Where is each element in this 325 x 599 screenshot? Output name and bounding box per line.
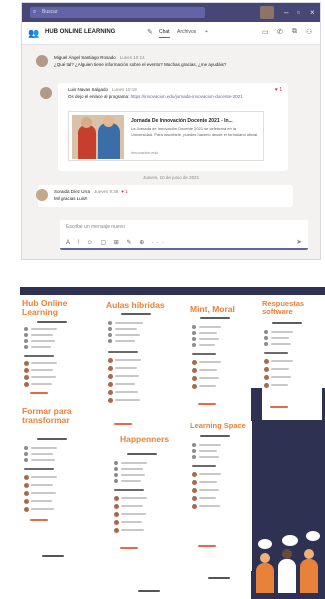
chat-message: Luis Navas Salgado Lunes 10:19 ♥ 1 Os dej… xyxy=(40,83,288,171)
screens-collage: Hub Online Learning Aulas híbridas Mint,… xyxy=(20,287,325,599)
group-chat-icon: 👥 xyxy=(28,28,40,38)
screen-panel: Aulas híbridas xyxy=(106,301,182,433)
speech-bubble xyxy=(258,539,272,549)
message-text: ¿Qué tal? ¿Alguien tiene información sob… xyxy=(54,62,227,67)
compose-placeholder: Escribe un mensaje nuevo xyxy=(66,224,125,230)
participants-icon[interactable]: ⚇ xyxy=(306,28,312,36)
section-header xyxy=(108,351,138,353)
day-separator: Jueves, 10 de junio de 2021 xyxy=(142,175,200,180)
message-text: Os dejo el enlace al programa: https://i… xyxy=(68,94,243,99)
panel-header xyxy=(37,438,67,440)
panel-header xyxy=(272,322,302,324)
speech-bubble xyxy=(306,531,320,541)
screen-panel: Respuestas software xyxy=(262,300,322,420)
person-body xyxy=(300,559,318,593)
edit-name-icon[interactable]: ✎ xyxy=(147,28,153,36)
panel-title: Formar para transformar xyxy=(22,406,72,425)
screen-panel: Hub Online Learning xyxy=(22,299,96,404)
avatar xyxy=(40,87,52,99)
more-link xyxy=(198,403,216,405)
panel-header xyxy=(200,317,230,319)
message-time: Lunes 10:19 xyxy=(112,87,137,92)
more-link xyxy=(198,545,216,547)
message-time: Jueves 9:38 xyxy=(94,189,119,194)
panel-title: Mint, Moral xyxy=(190,304,235,314)
more-link xyxy=(270,406,288,408)
panel-header xyxy=(37,321,67,323)
video-call-icon[interactable]: ▭ xyxy=(262,28,269,36)
screen-panel: Mint, Moral xyxy=(190,305,250,415)
person-head xyxy=(282,549,292,559)
speech-bubble xyxy=(282,535,298,546)
message-author: Luis Navas Salgado Lunes 10:19 xyxy=(68,87,137,92)
message-text: Mil gracias Luis!! xyxy=(54,196,88,201)
section-header xyxy=(192,353,216,355)
screen-panel: Formar para transformar xyxy=(22,407,98,555)
tab-chat[interactable]: Chat xyxy=(159,29,170,38)
panel-title: Learning Space xyxy=(190,421,246,430)
more-link xyxy=(120,547,138,549)
chat-title: HUB ONLINE LEARNING xyxy=(45,29,116,35)
section-header xyxy=(192,465,216,467)
teams-window: ⌕ Buscar – ▫ × 👥 HUB ONLINE LEARNING ✎ C… xyxy=(21,2,321,260)
heart-reaction-icon[interactable]: ♥ 1 xyxy=(275,87,282,93)
screen-panel: Happenners xyxy=(112,435,188,575)
audio-call-icon[interactable]: ✆ xyxy=(277,28,283,36)
close-icon[interactable]: × xyxy=(310,6,315,19)
message-link[interactable]: https://innovacion.edu/jornada-innovacio… xyxy=(131,94,243,99)
preview-image xyxy=(72,115,124,159)
screen-share-icon[interactable]: ⧉ xyxy=(292,28,297,36)
compose-toolbar[interactable]: A ! ☺ ▢ ⊞ ✎ ⊕ ··· xyxy=(66,239,167,246)
message-author: Soraida Díez Urra Jueves 9:38 ♥ 1 xyxy=(54,189,128,194)
section-header xyxy=(114,489,144,491)
home-indicator xyxy=(138,590,160,592)
person-body xyxy=(278,559,296,593)
more-link xyxy=(30,392,48,394)
panel-title: Respuestas software xyxy=(262,299,305,316)
search-input[interactable]: ⌕ Buscar xyxy=(30,7,205,18)
chat-message: Soraida Díez Urra Jueves 9:38 ♥ 1 Mil grac… xyxy=(36,185,293,207)
compose-box[interactable]: Escribe un mensaje nuevo A ! ☺ ▢ ⊞ ✎ ⊕ ·… xyxy=(60,220,308,250)
screen-panel: Learning Space xyxy=(190,421,252,571)
search-placeholder: Buscar xyxy=(42,9,58,15)
avatar xyxy=(36,189,48,201)
person-body xyxy=(256,563,274,593)
message-author: Miguel Ángel Santiago Rosado Lunes 10:14 xyxy=(54,55,145,60)
more-link xyxy=(30,519,48,521)
user-avatar[interactable] xyxy=(260,6,274,19)
collage-top-bar xyxy=(20,287,325,295)
home-indicator xyxy=(208,577,230,579)
link-preview-card[interactable]: Jornada De Innovación Docente 2021 - In.… xyxy=(68,111,264,161)
home-indicator xyxy=(42,555,64,557)
send-icon[interactable]: ➤ xyxy=(296,238,302,246)
chat-message: Miguel Ángel Santiago Rosado Lunes 10:14 … xyxy=(36,51,293,77)
preview-url: innovacion.edu xyxy=(131,150,158,155)
panel-title: Hub Online Learning xyxy=(22,298,68,317)
panel-title: Aulas híbridas xyxy=(106,300,165,310)
panel-header xyxy=(127,453,157,455)
person-head xyxy=(260,553,270,563)
panel-title: Happenners xyxy=(120,434,170,444)
avatar xyxy=(36,55,48,67)
heart-reaction-icon[interactable]: ♥ 1 xyxy=(121,189,127,194)
tab-files[interactable]: Archivos xyxy=(177,29,196,35)
message-time: Lunes 10:14 xyxy=(119,55,145,60)
section-header xyxy=(24,355,54,357)
section-header xyxy=(24,468,54,470)
chat-header: 👥 HUB ONLINE LEARNING ✎ Chat Archivos + … xyxy=(22,22,320,45)
tab-add[interactable]: + xyxy=(205,29,208,35)
panel-header xyxy=(121,313,151,315)
title-bar: ⌕ Buscar – ▫ × xyxy=(22,3,320,22)
section-header xyxy=(264,352,288,354)
preview-description: La Jornada de Innovación Docente 2021 se… xyxy=(131,126,259,137)
minimize-icon[interactable]: – xyxy=(284,6,288,19)
panel-header xyxy=(200,435,230,437)
person-head xyxy=(304,549,314,559)
more-link xyxy=(114,423,132,425)
preview-title: Jornada De Innovación Docente 2021 - In.… xyxy=(131,118,233,124)
search-icon: ⌕ xyxy=(33,9,37,15)
maximize-icon[interactable]: ▫ xyxy=(297,6,300,19)
